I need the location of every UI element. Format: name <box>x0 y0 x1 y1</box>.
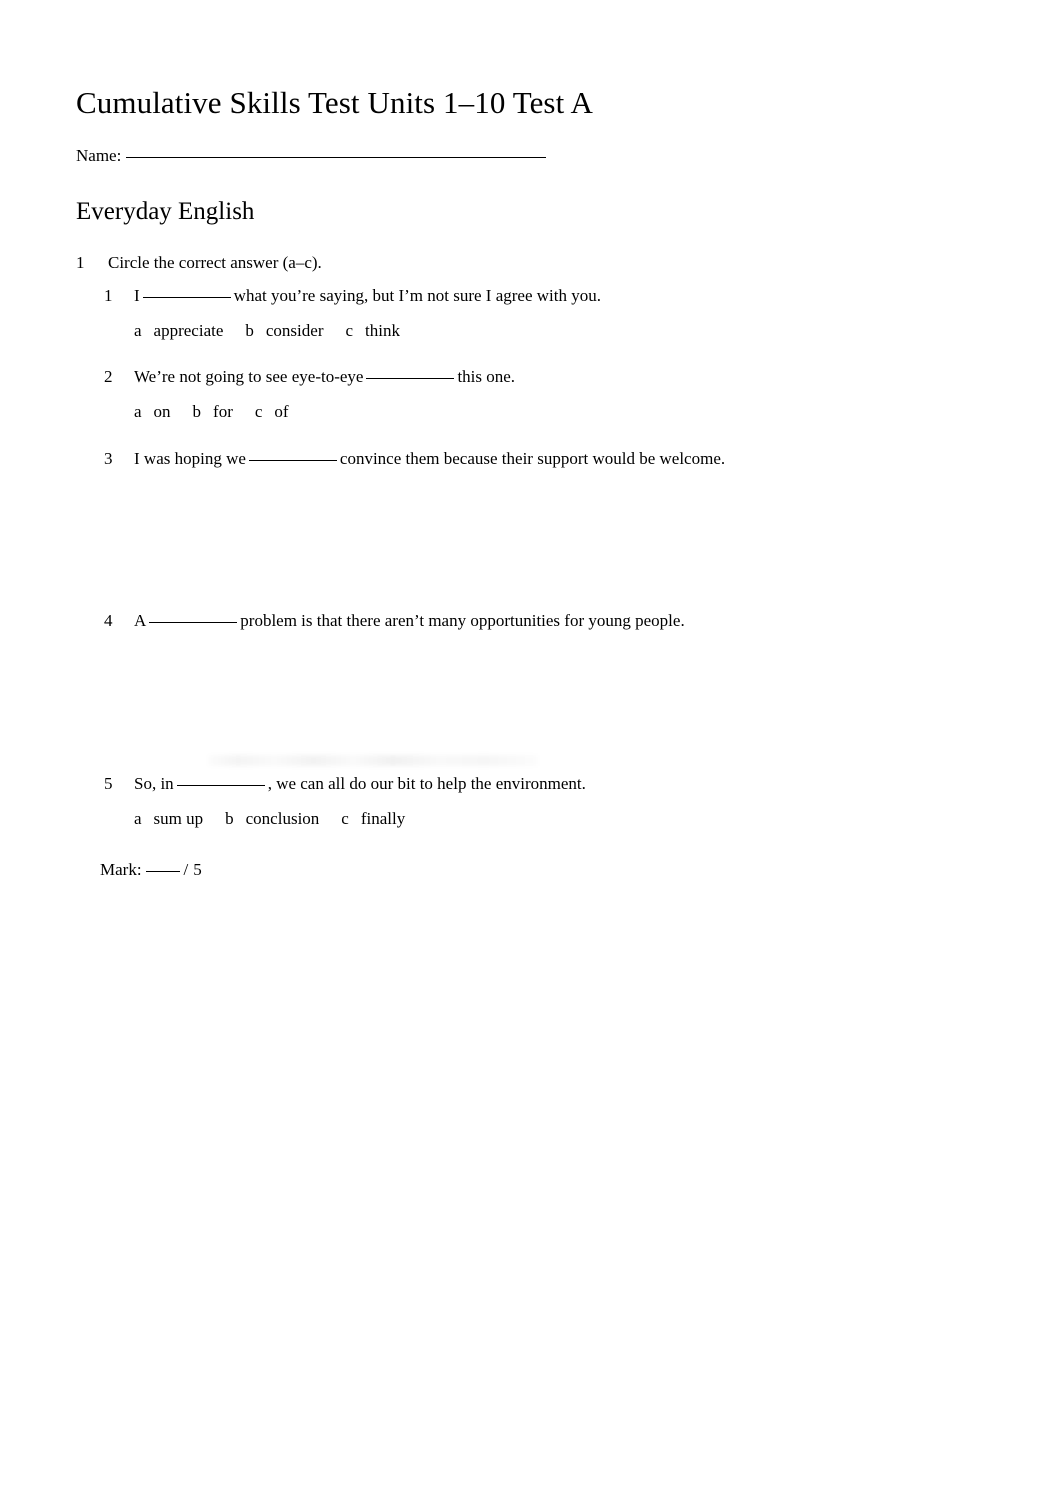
exercise-number: 1 <box>76 253 85 273</box>
section-heading-everyday-english: Everyday English <box>76 198 255 226</box>
question-number: 4 <box>104 611 113 631</box>
question-number: 2 <box>104 367 113 387</box>
exercise-instruction: Circle the correct answer (a–c). <box>108 253 322 273</box>
document-page: Cumulative Skills Test Units 1–10 Test A… <box>0 0 1062 1504</box>
name-input-rule[interactable] <box>126 157 547 159</box>
document-content: Cumulative Skills Test Units 1–10 Test A… <box>76 0 996 882</box>
faint-text-artifact <box>208 755 538 767</box>
option-letter-b[interactable]: b <box>225 809 234 828</box>
option-text-b[interactable]: conclusion <box>246 809 320 828</box>
question-spacer <box>76 343 996 365</box>
question-text-after: this one. <box>457 367 516 387</box>
option-text-c[interactable]: finally <box>361 809 405 828</box>
question-text: Aproblem is that there aren’t many oppor… <box>134 609 685 634</box>
option-letter-a[interactable]: a <box>134 321 142 340</box>
option-text-c[interactable]: of <box>274 402 288 421</box>
name-label: Name: <box>76 146 122 166</box>
mark-total: 5 <box>193 860 202 880</box>
question-text: Iwhat you’re saying, but I’m not sure I … <box>134 284 601 309</box>
page-title: Cumulative Skills Test Units 1–10 Test A <box>76 85 593 120</box>
question-text: So, in , we can all do our bit to help th… <box>134 772 586 797</box>
answer-blank[interactable] <box>149 622 238 624</box>
question-options-blank-area <box>76 634 996 772</box>
mark-label: Mark: <box>100 860 142 880</box>
option-text-c[interactable]: think <box>365 321 400 340</box>
question-options: a appreciate b consider c think <box>76 319 996 344</box>
question-number: 1 <box>104 286 113 306</box>
answer-blank[interactable] <box>366 378 455 380</box>
question-text-after: problem is that there aren’t many opport… <box>240 611 685 631</box>
option-text-a[interactable]: sum up <box>154 809 204 828</box>
question-sentence: 3 I was hoping we convince them because t… <box>76 447 996 472</box>
mark-row: Mark: / 5 <box>76 858 996 882</box>
option-letter-b[interactable]: b <box>193 402 202 421</box>
option-letter-c[interactable]: c <box>345 321 353 340</box>
question-sentence: 5 So, in , we can all do our bit to help … <box>76 772 996 797</box>
question-options: a on b for c of <box>76 400 996 425</box>
mark-separator: / <box>183 860 189 880</box>
exercise-instruction-row: 1 Circle the correct answer (a–c). <box>76 251 996 275</box>
question-number: 3 <box>104 448 113 468</box>
question-item: 5 So, in , we can all do our bit to help … <box>76 772 996 831</box>
option-text-b[interactable]: for <box>213 402 233 421</box>
mark-score-blank[interactable] <box>145 871 180 873</box>
question-text-after: convince them because their support woul… <box>339 448 726 468</box>
question-number: 5 <box>104 774 113 794</box>
question-sentence: 2 We’re not going to see eye-to-eye this … <box>76 365 996 390</box>
option-letter-c[interactable]: c <box>255 402 263 421</box>
option-text-b[interactable]: consider <box>266 321 324 340</box>
question-item: 1 Iwhat you’re saying, but I’m not sure … <box>76 284 996 343</box>
option-letter-b[interactable]: b <box>245 321 254 340</box>
question-sentence: 1 Iwhat you’re saying, but I’m not sure … <box>76 284 996 309</box>
question-sentence: 4 Aproblem is that there aren’t many opp… <box>76 609 996 634</box>
answer-blank[interactable] <box>176 785 265 787</box>
question-text-before: So, in <box>134 774 174 794</box>
question-options-blank-area <box>76 471 996 609</box>
answer-blank[interactable] <box>142 297 231 299</box>
option-letter-a[interactable]: a <box>134 809 142 828</box>
question-text-after: , we can all do our bit to help the envi… <box>267 774 586 794</box>
option-letter-a[interactable]: a <box>134 402 142 421</box>
option-letter-c[interactable]: c <box>341 809 349 828</box>
answer-blank[interactable] <box>248 459 337 461</box>
name-field-row: Name: <box>76 145 996 168</box>
question-item: 4 Aproblem is that there aren’t many opp… <box>76 609 996 634</box>
question-text: We’re not going to see eye-to-eye this on… <box>134 365 515 390</box>
question-spacer <box>76 425 996 447</box>
question-text: I was hoping we convince them because the… <box>134 447 725 472</box>
question-text-after: what you’re saying, but I’m not sure I a… <box>233 286 601 306</box>
option-text-a[interactable]: on <box>154 402 171 421</box>
question-text-before: A <box>134 611 147 631</box>
question-text-before: I was hoping we <box>134 448 246 468</box>
question-text-before: I <box>134 286 140 306</box>
question-item: 3 I was hoping we convince them because t… <box>76 447 996 472</box>
exercise-1: 1 Circle the correct answer (a–c). 1 Iwh… <box>76 251 996 882</box>
question-list: 1 Iwhat you’re saying, but I’m not sure … <box>76 284 996 831</box>
question-text-before: We’re not going to see eye-to-eye <box>134 367 364 387</box>
option-text-a[interactable]: appreciate <box>154 321 224 340</box>
question-options: a sum up b conclusion c finally <box>76 807 996 832</box>
question-item: 2 We’re not going to see eye-to-eye this … <box>76 365 996 424</box>
